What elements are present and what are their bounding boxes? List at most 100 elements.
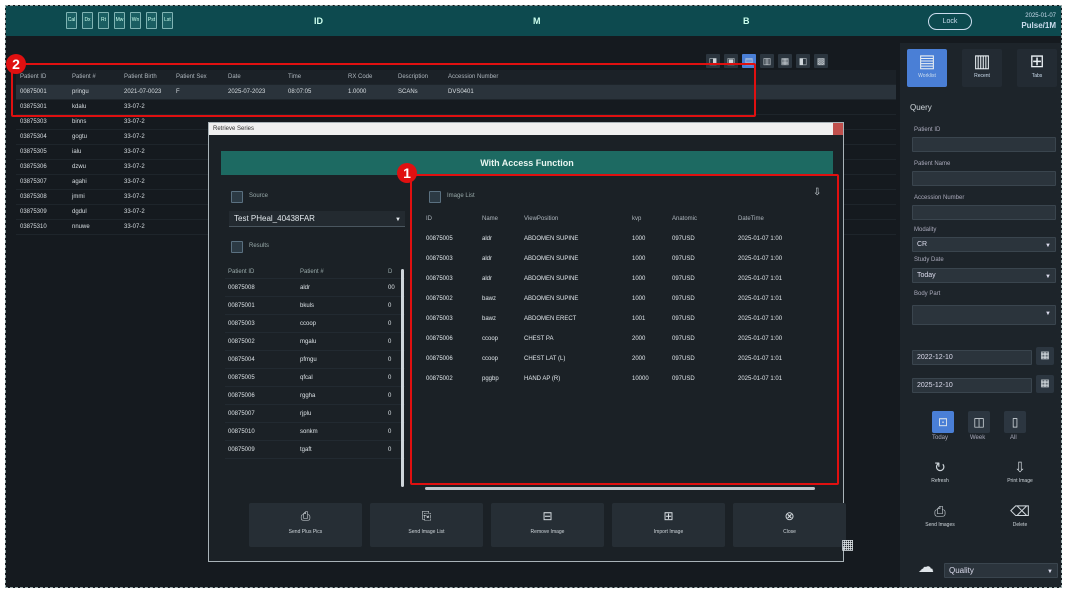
cloud-icon: ☁ — [918, 559, 934, 576]
body-part-select[interactable] — [912, 305, 1056, 325]
layout-icon[interactable]: ▥ — [760, 54, 774, 68]
button-label: Print Image — [1007, 478, 1033, 484]
col-header[interactable]: Patient ID — [225, 265, 297, 278]
delete-button[interactable]: ⌫ Delete — [1000, 501, 1040, 537]
date-to-input[interactable]: 2025-12-10 — [912, 378, 1032, 393]
cell: 0 — [388, 357, 392, 363]
date-text: 2025-01-07 — [1025, 13, 1056, 19]
cell: rjplu — [300, 411, 312, 417]
tool-icon[interactable]: Cal — [66, 12, 77, 29]
cell: gogtu — [72, 134, 88, 140]
today-button[interactable]: ⊡ — [932, 411, 954, 433]
list-item[interactable]: 00875007 rjplu 0 — [225, 405, 405, 423]
modality-label: Modality — [914, 227, 937, 233]
cell: 33-07-2 — [124, 179, 145, 185]
tool-icon[interactable]: Pst — [146, 12, 157, 29]
cell: 00875005 — [228, 375, 255, 381]
cell: 33-07-2 — [124, 194, 145, 200]
tool-icon[interactable]: Wn — [130, 12, 141, 29]
col-header[interactable]: Patient # — [297, 265, 385, 278]
date-from-input[interactable]: 2022-12-10 — [912, 350, 1032, 365]
time-text: Pulse/1M — [1021, 21, 1056, 30]
tool-icon[interactable]: Dx — [82, 12, 93, 29]
button-label: All — [1010, 435, 1017, 441]
cell: dgdul — [72, 209, 87, 215]
import-image-button[interactable]: ⊞ Import Image — [612, 503, 725, 547]
worklist-button[interactable]: ▤ Worklist — [907, 49, 947, 87]
cell: mgalu — [300, 339, 317, 345]
list-item[interactable]: 00875008 aldr 00 — [225, 279, 405, 297]
source-value: Test PHeal_40438FAR — [234, 214, 315, 223]
calendar-icon[interactable]: ▦ — [1036, 347, 1054, 365]
print-image-button[interactable]: ⇩ Print Image — [1000, 457, 1040, 493]
send-image-list-button[interactable]: ⎘ Send Image List — [370, 503, 483, 547]
cell: 0 — [388, 339, 392, 345]
field-label: Patient Name — [914, 161, 951, 167]
list-item[interactable]: 00875005 qfcal 0 — [225, 369, 405, 387]
patient-id-input[interactable] — [912, 137, 1056, 152]
list-item[interactable]: 00875009 tgaft 0 — [225, 441, 405, 459]
list-item[interactable]: 00875002 mgalu 0 — [225, 333, 405, 351]
tool-icon[interactable]: Mw — [114, 12, 125, 29]
lock-button[interactable]: Lock — [928, 13, 972, 30]
calendar-icon[interactable]: ▦ — [1036, 375, 1054, 393]
cell: 00875001 — [228, 303, 255, 309]
clock: 2025-01-07 Pulse/1M — [1000, 12, 1056, 32]
cell: 00875006 — [228, 393, 255, 399]
callout-badge-1: 1 — [397, 163, 417, 183]
week-button[interactable]: ◫ — [968, 411, 990, 433]
button-label: Tabs — [1031, 73, 1043, 79]
cell: 03875308 — [20, 194, 47, 200]
accession-input[interactable] — [912, 205, 1056, 220]
cell: ccoop — [300, 321, 317, 327]
refresh-button[interactable]: ↻ Refresh — [920, 457, 960, 493]
cell: 33-07-2 — [124, 134, 145, 140]
copy-icon: ⎘ — [421, 509, 432, 523]
tool-icon[interactable]: Rt — [98, 12, 109, 29]
patient-name-input[interactable] — [912, 171, 1056, 186]
cell: 00 — [388, 285, 395, 291]
topbar-label-b: B — [743, 16, 750, 26]
dialog-banner: With Access Function — [221, 151, 833, 175]
close-button[interactable]: ⊗ Close — [733, 503, 846, 547]
cell: 33-07-2 — [124, 224, 145, 230]
tabs-button[interactable]: ⊞ Tabs — [1017, 49, 1057, 87]
tool-icon[interactable]: Lst — [162, 12, 173, 29]
cell: 03875307 — [20, 179, 47, 185]
cell: 00875002 — [228, 339, 255, 345]
send-plus-pics-button[interactable]: ⎙ Send Plus Pics — [249, 503, 362, 547]
cell: 33-07-2 — [124, 209, 145, 215]
list-icon: ▤ — [918, 51, 936, 71]
import-icon: ⊞ — [663, 509, 674, 523]
list-item[interactable]: 00875001 bkuls 0 — [225, 297, 405, 315]
study-date-select[interactable]: Today — [912, 268, 1056, 284]
list-item[interactable]: 00875003 ccoop 0 — [225, 315, 405, 333]
button-label: Import Image — [653, 529, 684, 535]
query-panel: ▤ Worklist ▥ Recent ⊞ Tabs Query Patient ID… — [900, 43, 1061, 587]
image-list-scrollbar[interactable] — [425, 487, 815, 490]
cell: 03875310 — [20, 224, 47, 230]
col-header[interactable]: D — [385, 265, 401, 278]
quality-select[interactable]: Quality — [944, 563, 1058, 579]
layout-icon[interactable]: ▦ — [778, 54, 792, 68]
results-icon — [231, 241, 243, 253]
list-item[interactable]: 00875010 sonkm 0 — [225, 423, 405, 441]
grid-icon[interactable]: ▦ — [841, 536, 854, 553]
list-scrollbar[interactable] — [401, 269, 404, 487]
list-item[interactable]: 00875006 rggha 0 — [225, 387, 405, 405]
layout-icon[interactable]: ▩ — [814, 54, 828, 68]
layout-icon[interactable]: ◧ — [796, 54, 810, 68]
remove-image-button[interactable]: ⊟ Remove Image — [491, 503, 604, 547]
cell: binns — [72, 119, 87, 125]
dialog-title-text: Retrieve Series — [213, 126, 255, 132]
modality-select[interactable]: CR — [912, 237, 1056, 253]
send-images-button[interactable]: ⎙ Send Images — [920, 501, 960, 537]
list-item[interactable]: 00875004 pfmgu 0 — [225, 351, 405, 369]
all-button[interactable]: ▯ — [1004, 411, 1026, 433]
recent-button[interactable]: ▥ Recent — [962, 49, 1002, 87]
close-icon[interactable] — [833, 123, 843, 135]
source-select[interactable]: Test PHeal_40438FAR — [229, 211, 405, 228]
cell: 0 — [388, 411, 392, 417]
cell: ialu — [72, 149, 82, 155]
modality-value: CR — [917, 241, 928, 248]
